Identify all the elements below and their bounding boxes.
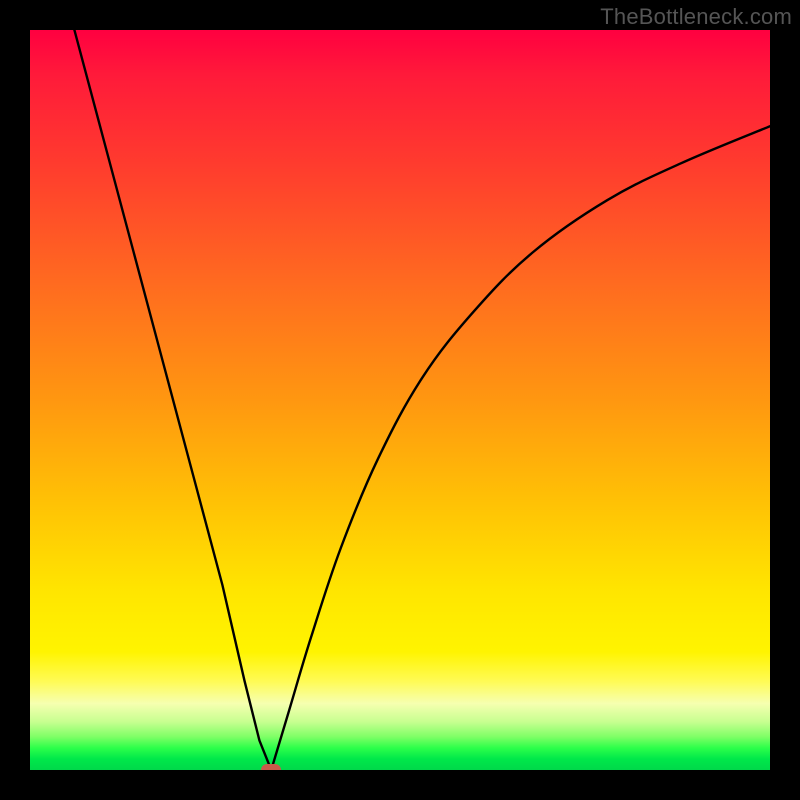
curve-layer <box>30 30 770 770</box>
curve-left <box>74 30 271 770</box>
plot-area <box>30 30 770 770</box>
dip-marker <box>261 764 281 770</box>
watermark-text: TheBottleneck.com <box>600 4 792 30</box>
curve-right <box>271 126 770 770</box>
chart-frame: TheBottleneck.com <box>0 0 800 800</box>
